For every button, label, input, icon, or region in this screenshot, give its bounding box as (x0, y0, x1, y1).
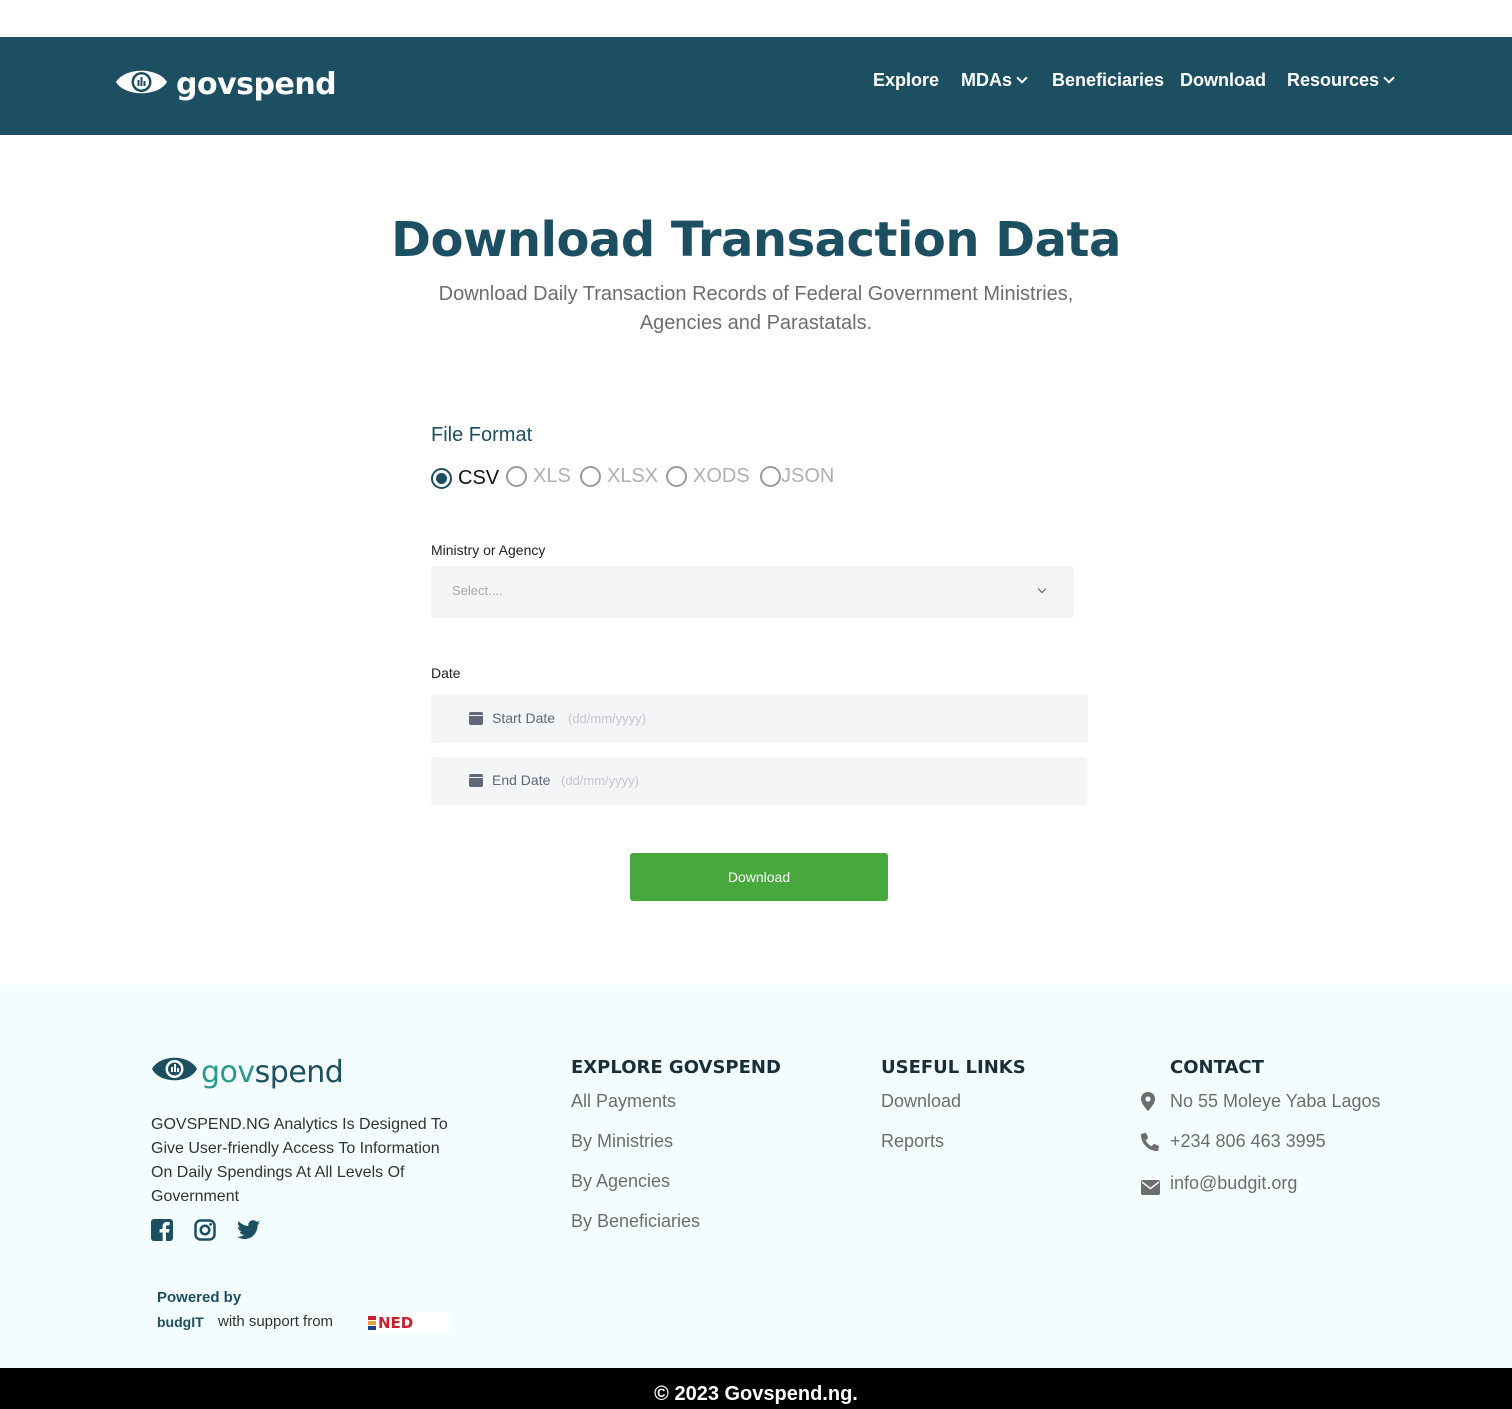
format-radio-xods[interactable]: XODS (666, 465, 750, 488)
radio-checked-icon (431, 468, 452, 489)
format-radio-json[interactable]: JSON (760, 465, 834, 488)
format-radio-xls[interactable]: XLS (506, 465, 571, 488)
start-date-input[interactable]: Start Date (dd/mm/yyyy) (431, 695, 1088, 743)
end-date-label: End Date (492, 772, 551, 788)
link-all-payments[interactable]: All Payments (571, 1091, 676, 1112)
nav-mdas[interactable]: MDAs (961, 70, 1028, 91)
twitter-icon[interactable] (237, 1219, 261, 1243)
calendar-icon (469, 712, 483, 725)
nav-explore[interactable]: Explore (873, 70, 939, 91)
nav-resources-label: Resources (1287, 70, 1380, 90)
ministry-select-placeholder: Select.... (452, 583, 503, 598)
support-label: with support from (218, 1313, 334, 1330)
ned-logo-text: NED (378, 1314, 414, 1332)
date-label: Date (431, 665, 461, 681)
footer-brand-name: govspend (201, 1054, 344, 1090)
instagram-icon[interactable] (194, 1219, 218, 1243)
footer-description: GOVSPEND.NG Analytics Is Designed To Giv… (151, 1116, 448, 1205)
ministry-select[interactable]: Select.... (431, 566, 1074, 618)
facebook-icon[interactable] (151, 1219, 175, 1243)
envelope-icon (1141, 1179, 1160, 1200)
social-links (151, 1219, 280, 1243)
page-subtitle: Download Daily Transaction Records of Fe… (438, 283, 1074, 334)
radio-unchecked-icon (506, 466, 527, 487)
format-label-json: JSON (781, 465, 835, 487)
ned-logo: NED (368, 1312, 450, 1334)
link-by-ministries[interactable]: By Ministries (571, 1131, 673, 1152)
format-label-csv: CSV (458, 467, 500, 489)
ned-flag-icon (368, 1316, 376, 1330)
chevron-down-icon (1037, 584, 1047, 594)
map-pin-icon (1141, 1092, 1155, 1116)
format-radio-csv[interactable]: CSV (431, 467, 499, 490)
chevron-down-icon (1383, 72, 1395, 84)
end-date-input[interactable]: End Date (dd/mm/yyyy) (431, 757, 1087, 805)
nav-download[interactable]: Download (1180, 70, 1266, 91)
nav-download-label: Download (1180, 70, 1266, 90)
radio-unchecked-icon (760, 466, 781, 487)
footer-brand-logo[interactable]: govspend (151, 1053, 344, 1091)
format-radio-xlsx[interactable]: XLSX (580, 465, 658, 488)
site-header: govspend Explore MDAs Beneficiaries Down… (0, 37, 1512, 135)
powered-by-label: Powered by (157, 1289, 242, 1306)
useful-links-title: USEFUL LINKS (881, 1057, 1026, 1078)
calendar-icon (469, 774, 483, 787)
contact-address-text: No 55 Moleye Yaba Lagos (1170, 1091, 1381, 1111)
radio-unchecked-icon (666, 466, 687, 487)
contact-email-text: info@budgit.org (1170, 1173, 1298, 1193)
format-label-xods: XODS (693, 465, 750, 487)
end-date-hint: (dd/mm/yyyy) (561, 773, 639, 788)
contact-phone: +234 806 463 3995 (1141, 1131, 1326, 1152)
nav-resources[interactable]: Resources (1287, 70, 1395, 91)
copyright-text: © 2023 Govspend.ng. (654, 1383, 858, 1405)
site-footer: govspend GOVSPEND.NG Analytics Is Design… (0, 985, 1512, 1368)
contact-title: CONTACT (1170, 1057, 1264, 1078)
format-label-xls: XLS (533, 465, 571, 487)
contact-address: No 55 Moleye Yaba Lagos (1141, 1091, 1381, 1112)
eye-logo-icon (151, 1053, 198, 1091)
radio-unchecked-icon (580, 466, 601, 487)
link-by-beneficiaries[interactable]: By Beneficiaries (571, 1211, 700, 1232)
brand-spend: spend (254, 1054, 344, 1090)
nav-beneficiaries-label: Beneficiaries (1052, 70, 1165, 90)
start-date-hint: (dd/mm/yyyy) (568, 711, 646, 726)
nav-mdas-label: MDAs (961, 70, 1013, 90)
link-by-agencies[interactable]: By Agencies (571, 1171, 670, 1192)
page-title: Download Transaction Data (391, 212, 1121, 268)
format-label-xlsx: XLSX (607, 465, 659, 487)
contact-phone-text: +234 806 463 3995 (1170, 1131, 1326, 1151)
copyright-bar: © 2023 Govspend.ng. (0, 1368, 1512, 1409)
link-download[interactable]: Download (881, 1091, 961, 1112)
eye-logo-icon (115, 65, 168, 104)
nav-beneficiaries[interactable]: Beneficiaries (1052, 70, 1164, 91)
phone-icon (1141, 1132, 1160, 1156)
start-date-label: Start Date (492, 710, 556, 726)
brand-name: govspend (176, 67, 337, 102)
nav-explore-label: Explore (873, 70, 940, 90)
link-reports[interactable]: Reports (881, 1131, 944, 1152)
file-format-label: File Format (431, 424, 533, 446)
budgit-logo: budgIT (157, 1314, 204, 1330)
brand-gov: gov (201, 1054, 255, 1090)
explore-column-title: EXPLORE GOVSPEND (571, 1057, 781, 1078)
chevron-down-icon (1016, 72, 1028, 84)
download-button[interactable]: Download (630, 853, 888, 901)
ministry-label: Ministry or Agency (431, 542, 546, 558)
top-spacer (0, 0, 1512, 37)
contact-email[interactable]: info@budgit.org (1141, 1173, 1298, 1195)
brand-logo[interactable]: govspend (115, 65, 337, 104)
